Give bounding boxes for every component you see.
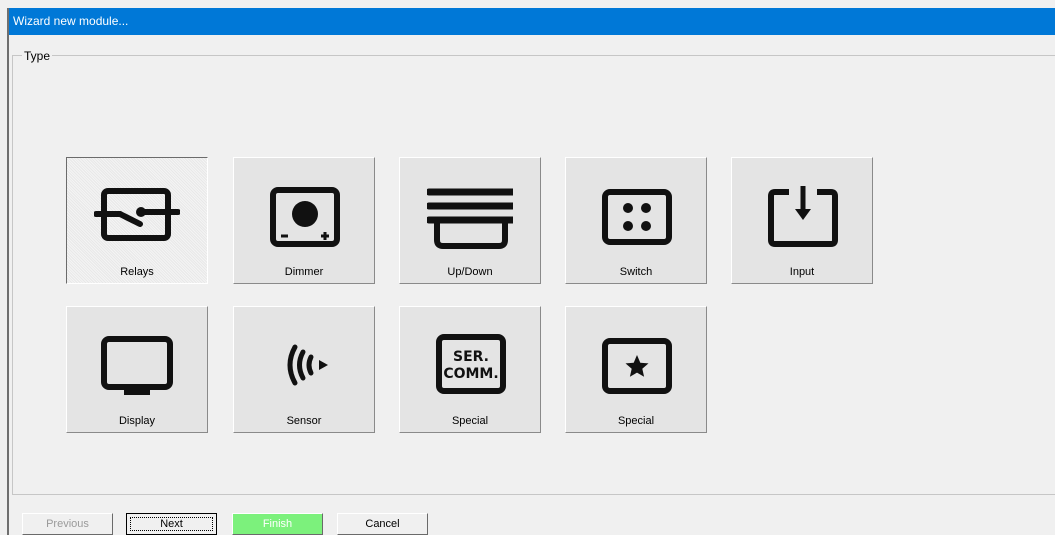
module-tile-up-down[interactable]: Up/Down — [399, 157, 541, 284]
cancel-button-label: Cancel — [365, 518, 400, 530]
module-tile-special-star[interactable]: Special — [565, 306, 707, 433]
window-left-border — [7, 8, 9, 535]
next-button[interactable]: Next — [126, 513, 217, 535]
tile-label: Dimmer — [284, 266, 324, 278]
next-button-label: Next — [160, 518, 183, 530]
module-tile-switch[interactable]: Switch — [565, 157, 707, 284]
serial-comm-icon: SER. COMM. — [436, 334, 506, 394]
input-icon — [768, 186, 838, 247]
dimmer-icon — [270, 187, 340, 247]
module-tile-relays[interactable]: Relays — [66, 157, 208, 284]
tile-label: Input — [789, 266, 815, 278]
relay-icon — [94, 188, 180, 241]
finish-button[interactable]: Finish — [232, 513, 323, 535]
previous-button[interactable]: Previous — [22, 513, 113, 535]
module-tile-special-serial[interactable]: SER. COMM. Special — [399, 306, 541, 433]
display-icon — [101, 336, 173, 395]
previous-button-label: Previous — [46, 518, 89, 530]
tile-label: Special — [617, 415, 655, 427]
tile-label: Sensor — [286, 415, 322, 427]
serial-icon-line1: SER. — [453, 349, 489, 365]
window-title: Wizard new module... — [13, 14, 129, 28]
module-tile-dimmer[interactable]: Dimmer — [233, 157, 375, 284]
module-tile-display[interactable]: Display — [66, 306, 208, 433]
tile-label: Switch — [619, 266, 653, 278]
sensor-icon — [287, 344, 328, 386]
finish-button-label: Finish — [262, 518, 293, 530]
tile-label: Display — [118, 415, 156, 427]
type-group-label: Type — [22, 49, 53, 63]
module-tile-sensor[interactable]: Sensor — [233, 306, 375, 433]
title-bar[interactable]: Wizard new module... — [9, 8, 1055, 35]
tile-label: Relays — [120, 266, 154, 278]
tile-label: Up/Down — [447, 266, 493, 278]
cancel-button[interactable]: Cancel — [337, 513, 428, 535]
tile-label: Special — [451, 415, 489, 427]
module-tile-input[interactable]: Input — [731, 157, 873, 284]
up-down-icon — [427, 188, 513, 249]
switch-icon — [602, 189, 672, 245]
serial-icon-line2: COMM. — [443, 366, 498, 382]
star-icon — [602, 338, 672, 394]
